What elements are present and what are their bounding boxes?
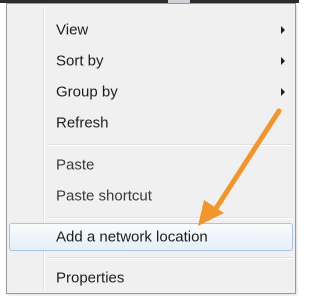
submenu-arrow-icon bbox=[281, 26, 285, 34]
menu-item-refresh[interactable]: Refresh bbox=[9, 109, 293, 137]
menu-item-paste-shortcut[interactable]: Paste shortcut bbox=[9, 182, 293, 210]
menu-item-label: Group by bbox=[56, 83, 118, 101]
menu-item-view[interactable]: View bbox=[9, 16, 293, 44]
menu-item-label: Properties bbox=[56, 269, 125, 287]
menu-item-label: View bbox=[56, 21, 89, 39]
menu-item-label: Sort by bbox=[56, 52, 104, 70]
menu-item-add-network-location[interactable]: Add a network location bbox=[9, 223, 293, 251]
menu-item-group-by[interactable]: Group by bbox=[9, 78, 293, 106]
menu-separator bbox=[47, 217, 292, 219]
submenu-arrow-icon bbox=[281, 57, 285, 65]
menu-item-paste[interactable]: Paste bbox=[9, 151, 293, 179]
menu-item-properties[interactable]: Properties bbox=[9, 264, 293, 292]
menu-item-label: Add a network location bbox=[56, 228, 208, 246]
menu-separator bbox=[47, 144, 292, 146]
menu-item-label: Refresh bbox=[56, 114, 109, 132]
submenu-arrow-icon bbox=[281, 88, 285, 96]
menu-item-label: Paste bbox=[56, 156, 95, 174]
context-menu: View Sort by Group by Refresh Paste Past… bbox=[6, 3, 296, 294]
screenshot-stage: View Sort by Group by Refresh Paste Past… bbox=[0, 0, 299, 296]
menu-item-label: Paste shortcut bbox=[56, 187, 152, 205]
menu-separator bbox=[47, 257, 292, 259]
menu-item-sort-by[interactable]: Sort by bbox=[9, 47, 293, 75]
